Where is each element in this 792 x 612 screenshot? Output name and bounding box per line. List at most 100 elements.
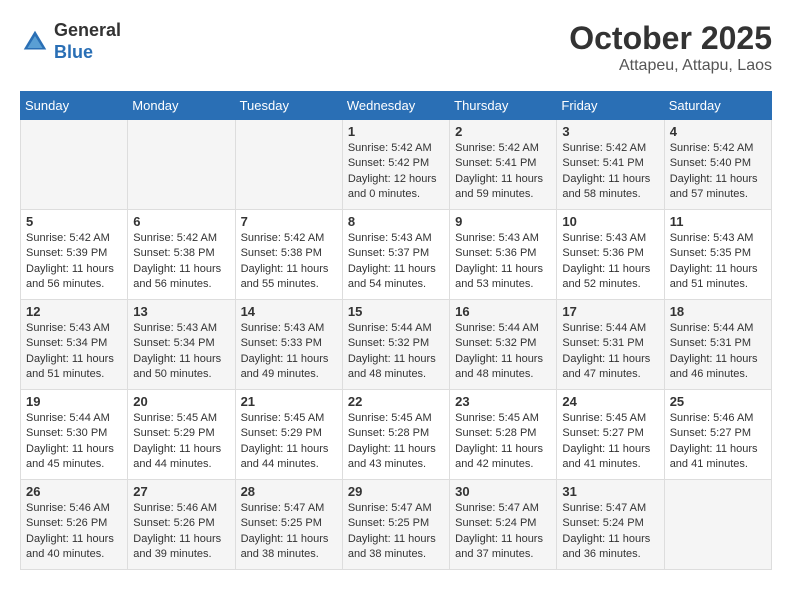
day-cell: 14Sunrise: 5:43 AMSunset: 5:33 PMDayligh… (235, 300, 342, 390)
day-info: Sunrise: 5:45 AMSunset: 5:28 PMDaylight:… (348, 411, 444, 473)
day-info: Sunrise: 5:44 AMSunset: 5:32 PMDaylight:… (455, 321, 551, 383)
day-info: Sunrise: 5:45 AMSunset: 5:28 PMDaylight:… (455, 411, 551, 473)
week-row-5: 26 Sunrise: 5:46 AMSunset: 5:26 PMDayligh… (21, 480, 772, 570)
day-info: Sunrise: 5:45 AMSunset: 5:29 PMDaylight:… (133, 411, 229, 473)
day-info: Sunrise: 5:42 AMSunset: 5:40 PMDaylight:… (670, 141, 766, 203)
day-cell: 22 Sunrise: 5:45 AMSunset: 5:28 PMDayligh… (342, 390, 449, 480)
logo-text: General Blue (54, 20, 121, 63)
day-cell: 17 Sunrise: 5:44 AMSunset: 5:31 PMDayligh… (557, 300, 664, 390)
day-info: Sunrise: 5:47 AMSunset: 5:24 PMDaylight:… (455, 501, 551, 563)
day-cell: 31 Sunrise: 5:47 AMSunset: 5:24 PMDayligh… (557, 480, 664, 570)
day-cell: 29Sunrise: 5:47 AMSunset: 5:25 PMDayligh… (342, 480, 449, 570)
day-info: Sunrise: 5:42 AMSunset: 5:38 PMDaylight:… (241, 231, 337, 293)
day-cell: 30 Sunrise: 5:47 AMSunset: 5:24 PMDayligh… (450, 480, 557, 570)
day-info: Sunrise: 5:42 AMSunset: 5:38 PMDaylight:… (133, 231, 229, 293)
day-info: Sunrise: 5:43 AMSunset: 5:36 PMDaylight:… (455, 231, 551, 293)
day-cell (664, 480, 771, 570)
day-cell (128, 120, 235, 210)
day-number: 29 (348, 484, 444, 499)
day-cell: 3 Sunrise: 5:42 AMSunset: 5:41 PMDaylight… (557, 120, 664, 210)
day-number: 20 (133, 394, 229, 409)
day-number: 27 (133, 484, 229, 499)
day-info: Sunrise: 5:42 AMSunset: 5:39 PMDaylight:… (26, 231, 122, 293)
day-info: Sunrise: 5:46 AMSunset: 5:26 PMDaylight:… (133, 501, 229, 563)
week-row-4: 19 Sunrise: 5:44 AMSunset: 5:30 PMDayligh… (21, 390, 772, 480)
week-row-2: 5Sunrise: 5:42 AMSunset: 5:39 PMDaylight… (21, 210, 772, 300)
calendar-title: October 2025 (569, 20, 772, 57)
day-cell: 28Sunrise: 5:47 AMSunset: 5:25 PMDayligh… (235, 480, 342, 570)
header-cell-tuesday: Tuesday (235, 92, 342, 120)
day-info: Sunrise: 5:47 AMSunset: 5:25 PMDaylight:… (241, 501, 337, 563)
day-cell: 4 Sunrise: 5:42 AMSunset: 5:40 PMDaylight… (664, 120, 771, 210)
day-number: 6 (133, 214, 229, 229)
day-info: Sunrise: 5:43 AMSunset: 5:34 PMDaylight:… (26, 321, 122, 383)
day-cell: 9 Sunrise: 5:43 AMSunset: 5:36 PMDaylight… (450, 210, 557, 300)
day-number: 8 (348, 214, 444, 229)
day-number: 9 (455, 214, 551, 229)
day-cell: 18 Sunrise: 5:44 AMSunset: 5:31 PMDayligh… (664, 300, 771, 390)
day-info: Sunrise: 5:47 AMSunset: 5:24 PMDaylight:… (562, 501, 658, 563)
day-info: Sunrise: 5:44 AMSunset: 5:31 PMDaylight:… (670, 321, 766, 383)
day-cell: 10 Sunrise: 5:43 AMSunset: 5:36 PMDayligh… (557, 210, 664, 300)
day-info: Sunrise: 5:43 AMSunset: 5:35 PMDaylight:… (670, 231, 766, 293)
day-number: 2 (455, 124, 551, 139)
day-number: 11 (670, 214, 766, 229)
day-number: 26 (26, 484, 122, 499)
logo-blue-text: Blue (54, 42, 121, 64)
day-number: 4 (670, 124, 766, 139)
day-number: 3 (562, 124, 658, 139)
header-cell-wednesday: Wednesday (342, 92, 449, 120)
day-number: 22 (348, 394, 444, 409)
logo-icon (20, 27, 50, 57)
day-number: 30 (455, 484, 551, 499)
logo-general-text: General (54, 20, 121, 42)
day-cell: 20 Sunrise: 5:45 AMSunset: 5:29 PMDayligh… (128, 390, 235, 480)
day-number: 12 (26, 304, 122, 319)
day-cell: 1Sunrise: 5:42 AMSunset: 5:42 PMDaylight… (342, 120, 449, 210)
day-info: Sunrise: 5:46 AMSunset: 5:27 PMDaylight:… (670, 411, 766, 473)
day-cell: 7 Sunrise: 5:42 AMSunset: 5:38 PMDaylight… (235, 210, 342, 300)
day-number: 13 (133, 304, 229, 319)
day-number: 7 (241, 214, 337, 229)
day-cell: 21Sunrise: 5:45 AMSunset: 5:29 PMDayligh… (235, 390, 342, 480)
week-row-1: 1Sunrise: 5:42 AMSunset: 5:42 PMDaylight… (21, 120, 772, 210)
day-info: Sunrise: 5:44 AMSunset: 5:31 PMDaylight:… (562, 321, 658, 383)
day-cell: 2 Sunrise: 5:42 AMSunset: 5:41 PMDaylight… (450, 120, 557, 210)
day-info: Sunrise: 5:42 AMSunset: 5:41 PMDaylight:… (455, 141, 551, 203)
day-info: Sunrise: 5:42 AMSunset: 5:41 PMDaylight:… (562, 141, 658, 203)
header-cell-monday: Monday (128, 92, 235, 120)
header-row: SundayMondayTuesdayWednesdayThursdayFrid… (21, 92, 772, 120)
day-number: 18 (670, 304, 766, 319)
logo: General Blue (20, 20, 121, 63)
day-number: 15 (348, 304, 444, 319)
day-number: 25 (670, 394, 766, 409)
header: General Blue October 2025 Attapeu, Attap… (20, 20, 772, 75)
day-number: 17 (562, 304, 658, 319)
day-number: 1 (348, 124, 444, 139)
header-cell-saturday: Saturday (664, 92, 771, 120)
day-number: 24 (562, 394, 658, 409)
day-cell: 5Sunrise: 5:42 AMSunset: 5:39 PMDaylight… (21, 210, 128, 300)
day-number: 16 (455, 304, 551, 319)
header-cell-thursday: Thursday (450, 92, 557, 120)
day-cell: 8Sunrise: 5:43 AMSunset: 5:37 PMDaylight… (342, 210, 449, 300)
day-cell: 19 Sunrise: 5:44 AMSunset: 5:30 PMDayligh… (21, 390, 128, 480)
calendar-table: SundayMondayTuesdayWednesdayThursdayFrid… (20, 91, 772, 570)
title-area: October 2025 Attapeu, Attapu, Laos (569, 20, 772, 75)
day-cell: 12 Sunrise: 5:43 AMSunset: 5:34 PMDayligh… (21, 300, 128, 390)
day-info: Sunrise: 5:45 AMSunset: 5:27 PMDaylight:… (562, 411, 658, 473)
day-cell: 26 Sunrise: 5:46 AMSunset: 5:26 PMDayligh… (21, 480, 128, 570)
day-info: Sunrise: 5:43 AMSunset: 5:36 PMDaylight:… (562, 231, 658, 293)
day-info: Sunrise: 5:43 AMSunset: 5:34 PMDaylight:… (133, 321, 229, 383)
day-info: Sunrise: 5:44 AMSunset: 5:30 PMDaylight:… (26, 411, 122, 473)
day-number: 19 (26, 394, 122, 409)
day-cell: 15Sunrise: 5:44 AMSunset: 5:32 PMDayligh… (342, 300, 449, 390)
calendar-subtitle: Attapeu, Attapu, Laos (569, 57, 772, 75)
day-info: Sunrise: 5:46 AMSunset: 5:26 PMDaylight:… (26, 501, 122, 563)
day-cell: 13 Sunrise: 5:43 AMSunset: 5:34 PMDayligh… (128, 300, 235, 390)
day-cell (235, 120, 342, 210)
day-number: 10 (562, 214, 658, 229)
day-info: Sunrise: 5:43 AMSunset: 5:33 PMDaylight:… (241, 321, 337, 383)
day-number: 23 (455, 394, 551, 409)
day-number: 31 (562, 484, 658, 499)
